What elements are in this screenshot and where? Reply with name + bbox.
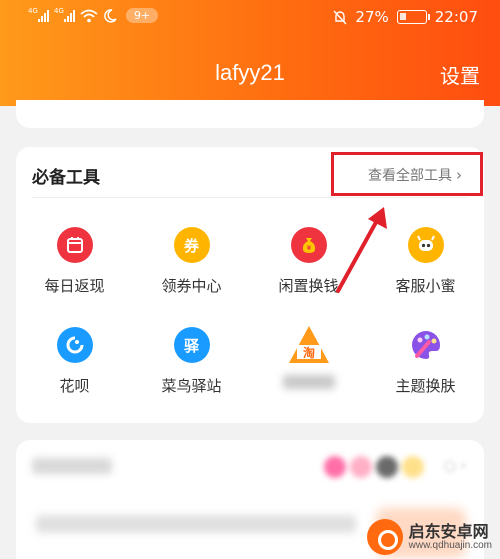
page-title: lafyy21 [215, 60, 285, 85]
tool-blurred[interactable]: 淘 [250, 323, 367, 393]
previous-card [16, 100, 484, 128]
status-bar: 4G 4G 9+ 27% 22:07 [0, 0, 500, 34]
tool-daily-cashback[interactable]: 每日返现 [16, 227, 133, 296]
blurred-avatars [324, 456, 424, 478]
tool-theme-skin[interactable]: 主题换肤 [367, 327, 484, 396]
cainiao-station-icon: 驿 [173, 327, 210, 363]
taobao-triangle-icon: 淘 [287, 323, 331, 367]
coupon-icon: 券 [173, 227, 210, 263]
tool-huabei[interactable]: 花呗 [16, 327, 133, 396]
notification-badge: 9+ [126, 8, 159, 23]
settings-button[interactable]: 设置 [440, 60, 480, 89]
signal-icon: 4G [54, 7, 75, 22]
watermark-name: 启东安卓网 [408, 521, 489, 541]
mute-bell-icon [333, 10, 347, 24]
annotation-arrow [336, 207, 387, 293]
moon-icon [104, 8, 117, 23]
blurred-text [36, 515, 356, 533]
header-bar: 4G 4G 9+ 27% 22:07 lafyy21 设置 [0, 0, 500, 106]
clock: 22:07 [434, 8, 478, 26]
tool-cainiao-station[interactable]: 驿 菜鸟驿站 [133, 327, 250, 396]
tool-coupon-center[interactable]: 券 领券中心 [133, 227, 250, 296]
money-bag-icon: ¥ [290, 227, 327, 263]
section-title: 必备工具 [32, 168, 100, 188]
watermark: 启东安卓网 www.qdhuajin.com [366, 519, 492, 555]
more-icon: ○ › [443, 458, 466, 474]
blurred-title [32, 458, 112, 474]
svg-text:淘: 淘 [302, 345, 314, 360]
tool-label: 主题换肤 [395, 377, 456, 395]
theme-palette-icon [408, 327, 444, 363]
tool-label [250, 375, 367, 393]
battery-icon [396, 10, 430, 24]
watermark-logo-icon [366, 519, 403, 555]
customer-service-icon [407, 227, 444, 263]
huabei-icon [56, 327, 93, 363]
watermark-url: www.qdhuajin.com [408, 540, 492, 552]
battery-percent: 27% [355, 8, 389, 26]
wifi-icon [80, 9, 98, 22]
tool-label: 菜鸟驿站 [161, 377, 222, 395]
signal-icon: 4G [28, 7, 49, 22]
calendar-cashback-icon [56, 227, 93, 263]
divider [32, 197, 468, 198]
tool-label: 领券中心 [161, 277, 222, 295]
highlight-box [331, 152, 483, 196]
tool-label: 花呗 [59, 377, 90, 395]
tool-label: 每日返现 [44, 277, 105, 295]
